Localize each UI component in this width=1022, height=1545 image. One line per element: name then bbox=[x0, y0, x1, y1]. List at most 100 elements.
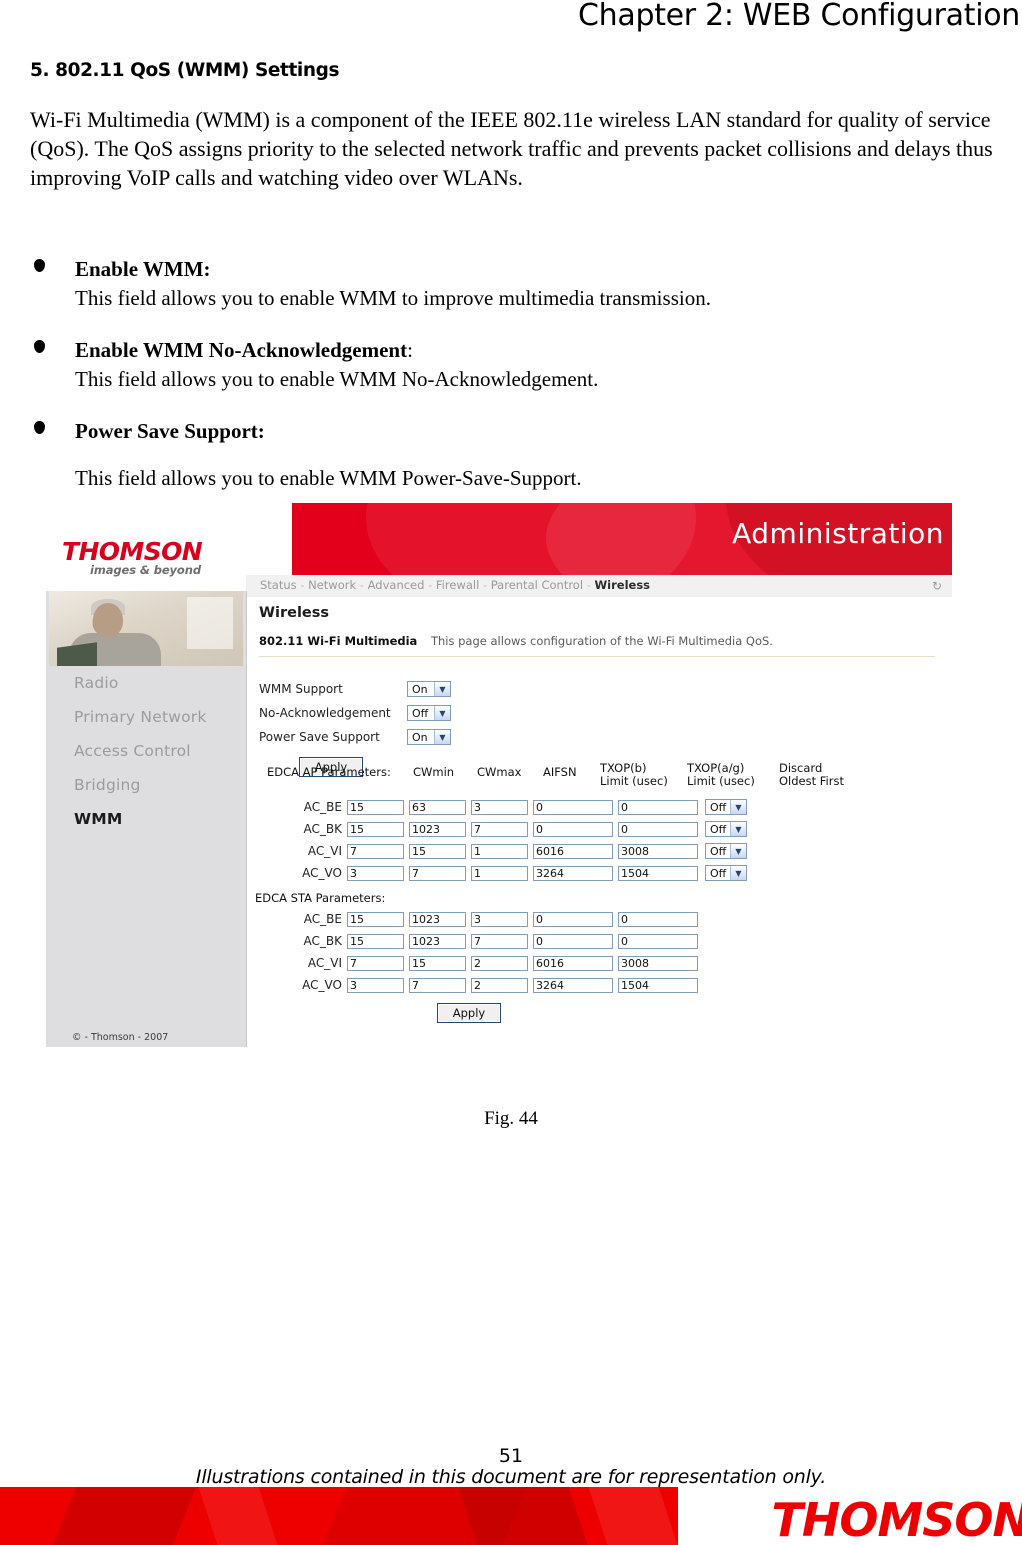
nav-item-advanced[interactable]: Advanced bbox=[368, 578, 425, 592]
sta-ac-be-cwmax[interactable]: 1023 bbox=[409, 911, 466, 927]
ap-ac-be-cwmax[interactable]: 63 bbox=[409, 799, 466, 815]
ap-ac-vo-txop-ag[interactable]: 1504 bbox=[618, 865, 698, 881]
power-save-support-value: On bbox=[412, 730, 428, 744]
ap-ac-vo-txop-b[interactable]: 3264 bbox=[533, 865, 613, 881]
ap-ac-bk-txop-ag[interactable]: 0 bbox=[618, 821, 698, 837]
ap-ac-be-txop-b[interactable]: 0 bbox=[533, 799, 613, 815]
ap-ac-be-txop-ag[interactable]: 0 bbox=[618, 799, 698, 815]
ap-ac-be-aifsn[interactable]: 3 bbox=[471, 799, 528, 815]
wmm-support-select[interactable]: On ▼ bbox=[407, 681, 451, 697]
ap-ac-bk-discard-select[interactable]: Off ▼ bbox=[705, 821, 747, 837]
ap-ac-vi-discard-select[interactable]: Off ▼ bbox=[705, 843, 747, 859]
sta-ac-bk-cwmin[interactable]: 15 bbox=[347, 933, 404, 949]
intro-paragraph: Wi-Fi Multimedia (WMM) is a component of… bbox=[30, 107, 993, 191]
sta-ac-bk-aifsn[interactable]: 7 bbox=[471, 933, 528, 949]
sta-ac-bk-cwmax[interactable]: 1023 bbox=[409, 933, 466, 949]
sta-ac-vi-cwmin[interactable]: 7 bbox=[347, 955, 404, 971]
chapter-title: Chapter 2: WEB Configuration bbox=[578, 0, 1020, 33]
sta-ac-bk-txop-ag[interactable]: 0 bbox=[618, 933, 698, 949]
sidebar-item-bridging[interactable]: Bridging bbox=[46, 768, 245, 802]
table-row: AC_VO 3 7 2 3264 1504 bbox=[255, 974, 945, 996]
nav-item-firewall[interactable]: Firewall bbox=[436, 578, 479, 592]
page-title: Wireless bbox=[259, 605, 330, 621]
refresh-icon[interactable]: ↻ bbox=[932, 579, 942, 593]
table-row: AC_BE 15 1023 3 0 0 bbox=[255, 908, 945, 930]
bullet-body: This field allows you to enable WMM to i… bbox=[75, 286, 711, 311]
ap-ac-vi-cwmax[interactable]: 15 bbox=[409, 843, 466, 859]
footer-red-block bbox=[0, 1487, 678, 1545]
apply-button-bottom[interactable]: Apply bbox=[437, 1003, 501, 1023]
bullet-list: Enable WMM: This field allows you to ena… bbox=[30, 255, 990, 515]
header-title: Administration bbox=[732, 517, 944, 550]
chevron-down-icon: ▼ bbox=[730, 800, 746, 814]
main-navigation[interactable]: Status - Network - Advanced - Firewall -… bbox=[246, 575, 952, 598]
sta-ac-be-txop-ag[interactable]: 0 bbox=[618, 911, 698, 927]
power-save-support-label: Power Save Support bbox=[259, 730, 380, 744]
sidebar-item-access-control[interactable]: Access Control bbox=[46, 734, 245, 768]
table-row: AC_VI 7 15 1 6016 3008 Off ▼ bbox=[255, 840, 945, 862]
sta-ac-vi-txop-b[interactable]: 6016 bbox=[533, 955, 613, 971]
nav-separator: - bbox=[482, 578, 488, 592]
ap-ac-vi-txop-ag[interactable]: 3008 bbox=[618, 843, 698, 859]
bullet-icon bbox=[34, 259, 45, 272]
sta-ac-be-cwmin[interactable]: 15 bbox=[347, 911, 404, 927]
sidebar-item-radio[interactable]: Radio bbox=[46, 666, 245, 700]
power-save-support-select[interactable]: On ▼ bbox=[407, 729, 451, 745]
page-number: 51 bbox=[498, 1445, 524, 1467]
ap-ac-be-discard-value: Off bbox=[710, 800, 727, 814]
no-acknowledgement-select[interactable]: Off ▼ bbox=[407, 705, 451, 721]
footer-shard-decoration bbox=[455, 1487, 595, 1545]
nav-item-network[interactable]: Network bbox=[308, 578, 356, 592]
bullet-title-text: Enable WMM No-Acknowledgement bbox=[75, 337, 408, 362]
sta-row-label-ac-be: AC_BE bbox=[303, 912, 342, 926]
document-page: Chapter 2: WEB Configuration 5. 802.11 Q… bbox=[0, 0, 1022, 1545]
bullet-title: Power Save Support: bbox=[75, 418, 265, 443]
nav-item-status[interactable]: Status bbox=[260, 578, 297, 592]
nav-separator: - bbox=[300, 578, 305, 592]
ap-ac-vo-discard-select[interactable]: Off ▼ bbox=[705, 865, 747, 881]
sta-ac-be-aifsn[interactable]: 3 bbox=[471, 911, 528, 927]
page-subtitle-description: This page allows configuration of the Wi… bbox=[430, 634, 773, 648]
sta-ac-be-txop-b[interactable]: 0 bbox=[533, 911, 613, 927]
photo-person-head bbox=[93, 603, 123, 637]
main-content: Wireless 802.11 Wi-Fi Multimedia This pa… bbox=[247, 597, 952, 1085]
ap-ac-bk-aifsn[interactable]: 7 bbox=[471, 821, 528, 837]
ap-table-header: EDCA AP Parameters: CWmin CWmax AIFSN TX… bbox=[255, 761, 945, 796]
ap-row-label-ac-vi: AC_VI bbox=[307, 844, 342, 858]
sta-ac-vo-cwmin[interactable]: 3 bbox=[347, 977, 404, 993]
bullet-icon bbox=[34, 339, 45, 353]
ap-ac-vo-aifsn[interactable]: 1 bbox=[471, 865, 528, 881]
sta-ac-vo-aifsn[interactable]: 2 bbox=[471, 977, 528, 993]
sta-ac-vi-txop-ag[interactable]: 3008 bbox=[618, 955, 698, 971]
bullet-title: Enable WMM: bbox=[75, 257, 211, 281]
page-subtitle-label: 802.11 Wi-Fi Multimedia bbox=[259, 634, 418, 648]
figure-caption: Fig. 44 bbox=[484, 1108, 538, 1129]
ui-header: Administration THOMSON images & beyond bbox=[46, 503, 952, 591]
sidebar-item-wmm[interactable]: WMM bbox=[46, 802, 245, 836]
ap-ac-vi-cwmin[interactable]: 7 bbox=[347, 843, 404, 859]
ap-ac-vi-txop-b[interactable]: 6016 bbox=[533, 843, 613, 859]
nav-item-parental-control[interactable]: Parental Control bbox=[491, 578, 583, 592]
sta-ac-vi-cwmax[interactable]: 15 bbox=[409, 955, 466, 971]
sta-ac-bk-txop-b[interactable]: 0 bbox=[533, 933, 613, 949]
sta-row-label-ac-vo: AC_VO bbox=[302, 978, 342, 992]
sidebar-item-primary-network[interactable]: Primary Network bbox=[46, 700, 245, 734]
ap-ac-vi-aifsn[interactable]: 1 bbox=[471, 843, 528, 859]
wmm-support-label: WMM Support bbox=[259, 682, 343, 696]
nav-item-wireless[interactable]: Wireless bbox=[595, 578, 651, 592]
ap-ac-bk-txop-b[interactable]: 0 bbox=[533, 821, 613, 837]
setting-row-no-acknowledgement: No-Acknowledgement Off ▼ bbox=[259, 703, 451, 723]
no-acknowledgement-value: Off bbox=[412, 706, 429, 720]
sta-ac-vo-txop-b[interactable]: 3264 bbox=[533, 977, 613, 993]
ap-ac-bk-cwmax[interactable]: 1023 bbox=[409, 821, 466, 837]
sta-ac-vi-aifsn[interactable]: 2 bbox=[471, 955, 528, 971]
sidebar-copyright: © - Thomson - 2007 bbox=[72, 1032, 169, 1043]
column-discard-oldest-first: Discard Oldest First bbox=[779, 761, 844, 789]
ap-ac-be-cwmin[interactable]: 15 bbox=[347, 799, 404, 815]
ap-ac-vo-cwmax[interactable]: 7 bbox=[409, 865, 466, 881]
ap-ac-vo-cwmin[interactable]: 3 bbox=[347, 865, 404, 881]
sta-ac-vo-cwmax[interactable]: 7 bbox=[409, 977, 466, 993]
sta-ac-vo-txop-ag[interactable]: 1504 bbox=[618, 977, 698, 993]
ap-ac-bk-cwmin[interactable]: 15 bbox=[347, 821, 404, 837]
ap-ac-be-discard-select[interactable]: Off ▼ bbox=[705, 799, 747, 815]
